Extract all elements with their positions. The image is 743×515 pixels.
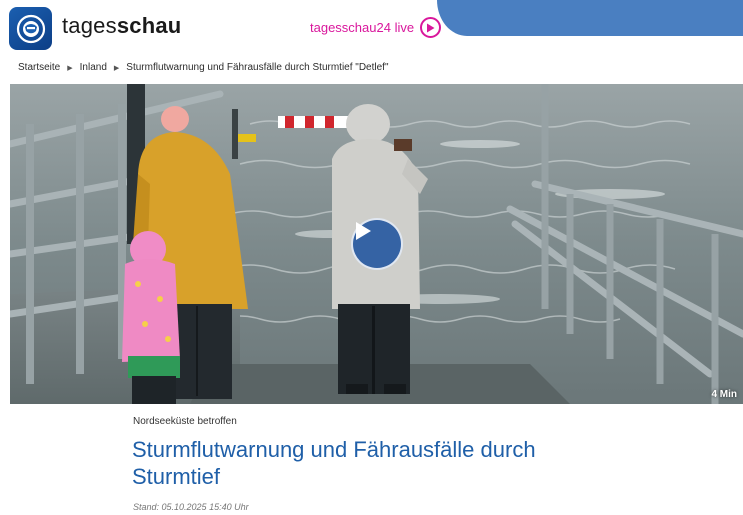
article-timestamp: Stand: 05.10.2025 15:40 Uhr	[133, 502, 249, 512]
breadcrumb-separator-icon: ▶	[113, 64, 120, 72]
breadcrumb-separator-icon: ▶	[67, 64, 73, 72]
site-header: tagesschau tagesschau24 live	[0, 0, 743, 56]
header-decoration-band	[437, 0, 743, 36]
article-headline: Sturmflutwarnung und Fährausfälle durch …	[132, 437, 536, 489]
breadcrumb-item-startseite[interactable]: Startseite	[18, 62, 60, 73]
brand-part-bold: schau	[116, 13, 182, 38]
video-play-button[interactable]	[351, 218, 403, 270]
play-icon	[356, 222, 371, 240]
tagesschau-logo[interactable]	[9, 7, 52, 50]
brand-wordmark[interactable]: tagesschau	[62, 13, 181, 39]
hero-video[interactable]: 4 Min	[10, 84, 743, 404]
breadcrumb: Startseite ▶ Inland ▶ Sturmflutwarnung u…	[18, 62, 389, 73]
live-play-icon	[420, 17, 442, 38]
tagesschau-globe-icon	[16, 14, 45, 43]
brand-part-light: tages	[62, 13, 117, 38]
live-stream-link[interactable]: tagesschau24 live	[310, 17, 442, 38]
video-duration: 4 Min	[711, 389, 737, 400]
breadcrumb-item-current: Sturmflutwarnung und Fährausfälle durch …	[126, 62, 389, 73]
live-label: tagesschau24 live	[310, 20, 415, 35]
breadcrumb-item-inland[interactable]: Inland	[80, 62, 107, 73]
article-kicker: Nordseeküste betroffen	[133, 416, 237, 427]
